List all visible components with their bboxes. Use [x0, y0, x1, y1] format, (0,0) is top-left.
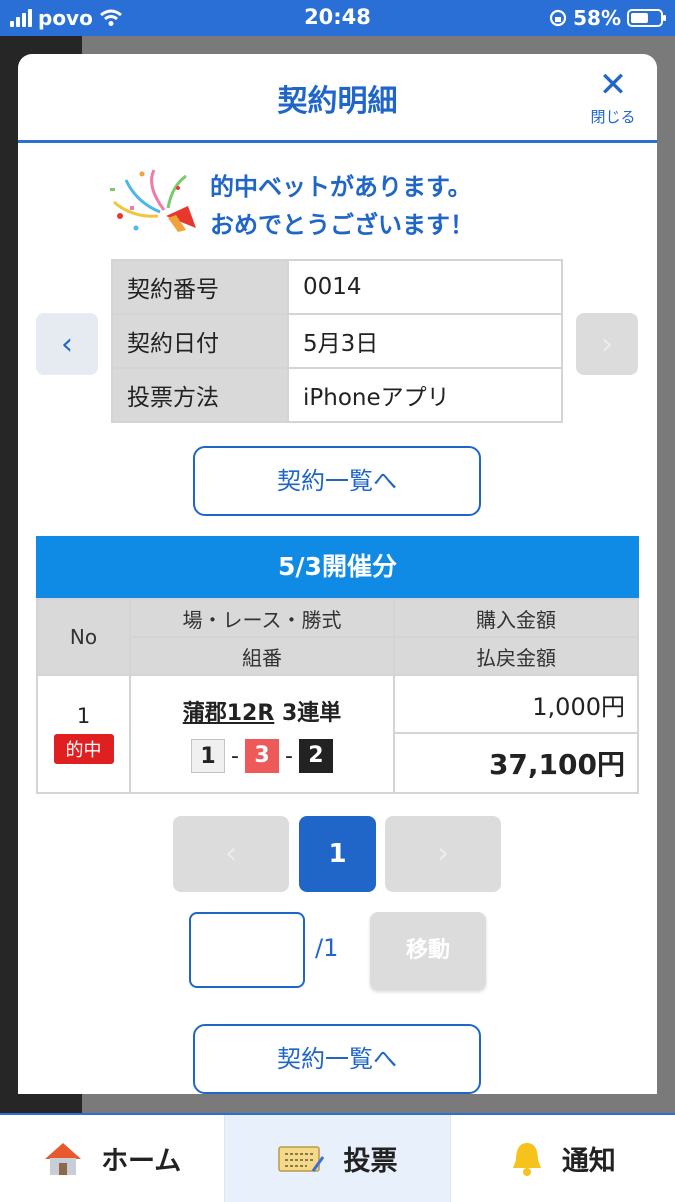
tab-home[interactable]: ホーム: [0, 1115, 226, 1202]
chevron-left-icon: ‹: [225, 836, 237, 871]
congrats-line-1: 的中ベットがあります。: [210, 173, 472, 201]
next-contract-button[interactable]: ›: [576, 313, 638, 375]
info-value: 5月3日: [287, 313, 563, 369]
previous-contract-button[interactable]: ‹: [36, 313, 98, 375]
tab-notifications[interactable]: 通知: [451, 1115, 675, 1202]
info-label: 契約日付: [111, 313, 289, 369]
tab-bar: ホーム 投票 通知: [0, 1113, 675, 1202]
chevron-left-icon: ‹: [61, 326, 73, 362]
contract-info-table: 契約番号 0014 契約日付 5月3日 投票方法 iPhoneアプリ: [111, 259, 563, 423]
battery-percent: 58%: [573, 6, 621, 30]
boat-number-2: 3: [245, 739, 279, 773]
header-payout: 払戻金額: [393, 636, 639, 676]
boat-number-1: 1: [191, 739, 226, 773]
info-row: 契約日付 5月3日: [111, 313, 563, 369]
status-bar: povo 20:48 58%: [0, 0, 675, 36]
close-icon: ✕: [598, 65, 628, 105]
tab-home-label: ホーム: [101, 1146, 182, 1177]
info-row: 投票方法 iPhoneアプリ: [111, 367, 563, 423]
race-cell: 蒲郡12R 3連単 1 - 3 - 2: [129, 674, 395, 794]
table-row: 1 的中 蒲郡12R 3連単 1 - 3 - 2 1,000円: [36, 674, 639, 794]
contract-list-button-bottom[interactable]: 契約一覧へ: [193, 1024, 481, 1094]
page-number-input[interactable]: [189, 912, 305, 988]
page-prev-button[interactable]: ‹: [173, 816, 289, 892]
info-row: 契約番号 0014: [111, 259, 563, 315]
tab-notifications-label: 通知: [561, 1146, 616, 1177]
close-label: 閉じる: [590, 108, 636, 126]
chevron-right-icon: ›: [601, 326, 613, 362]
battery-icon: [627, 9, 666, 27]
contract-detail-modal: 契約明細 ✕ 閉じる 的中ベットがあります。 おめでとうございます！ ‹ › 契…: [18, 54, 657, 1094]
bell-icon: [512, 1142, 541, 1176]
purchase-amount: 1,000円: [393, 674, 639, 734]
header-combo: 組番: [129, 636, 395, 676]
congrats-line-2: おめでとうございます！: [210, 211, 474, 239]
page-next-button[interactable]: ›: [385, 816, 501, 892]
tab-vote[interactable]: 投票: [225, 1115, 451, 1202]
congrats-message: 的中ベットがあります。 おめでとうございます！: [210, 168, 474, 244]
chevron-right-icon: ›: [437, 836, 449, 871]
combination: 1 - 3 - 2: [131, 739, 393, 773]
page-current-button[interactable]: 1: [299, 816, 376, 892]
date-header: 5/3開催分: [36, 536, 639, 598]
bet-no: 1: [76, 704, 91, 728]
info-value: iPhoneアプリ: [287, 367, 563, 423]
contract-list-button[interactable]: 契約一覧へ: [193, 446, 481, 516]
bets-table: No 場・レース・勝式 購入金額 組番 払戻金額 1 的中 蒲郡12R 3連単 …: [36, 598, 639, 794]
bet-type: 3連単: [281, 701, 342, 726]
page-total: /1: [315, 934, 339, 962]
header-purchase: 購入金額: [393, 598, 639, 638]
info-value: 0014: [287, 259, 563, 315]
tab-vote-label: 投票: [343, 1146, 398, 1177]
home-icon: [45, 1142, 82, 1175]
combo-separator: -: [285, 743, 293, 769]
modal-title: 契約明細: [277, 84, 398, 119]
info-label: 投票方法: [111, 367, 289, 423]
info-label: 契約番号: [111, 259, 289, 315]
close-button[interactable]: ✕ 閉じる: [583, 66, 643, 128]
race-link[interactable]: 蒲郡12R: [183, 701, 275, 726]
party-popper-icon: [110, 169, 196, 232]
header-no: No: [36, 598, 131, 676]
rotation-lock-icon: [550, 9, 567, 27]
move-button[interactable]: 移動: [370, 912, 486, 990]
header-race: 場・レース・勝式: [129, 598, 395, 638]
boat-number-3: 2: [298, 739, 333, 773]
win-badge: 的中: [53, 734, 114, 764]
ticket-icon: [278, 1145, 325, 1172]
payout-amount: 37,100円: [393, 732, 639, 794]
bet-no-cell: 1 的中: [36, 674, 131, 794]
combo-separator: -: [231, 743, 239, 769]
modal-header: 契約明細 ✕ 閉じる: [18, 54, 657, 143]
